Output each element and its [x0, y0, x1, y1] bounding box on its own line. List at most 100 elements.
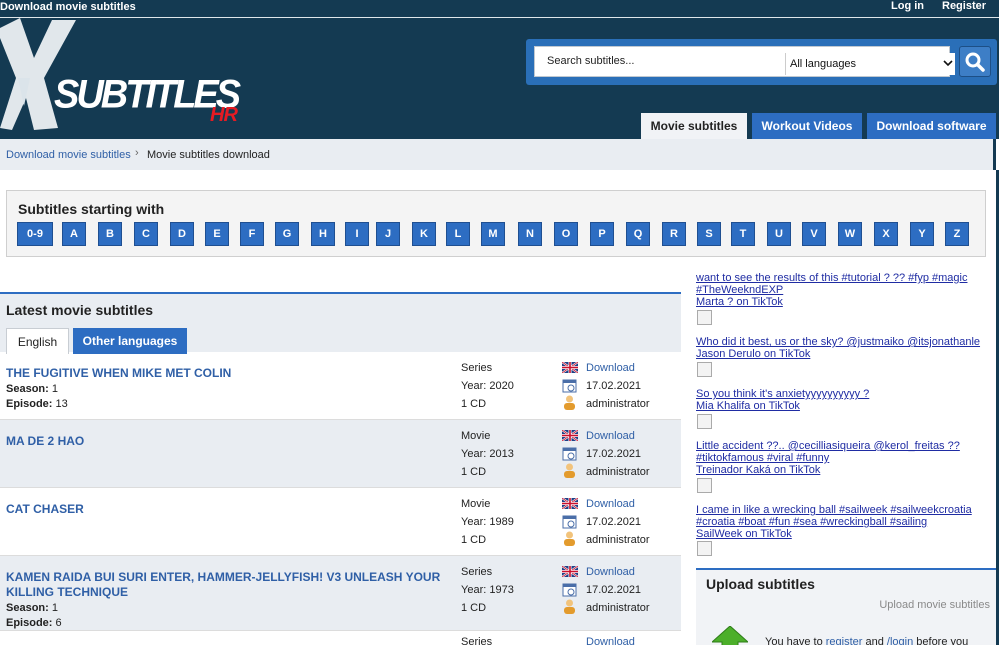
tiktok-caption: #croatia #boat #fun #sea #wreckingball #…: [696, 516, 928, 528]
tiktok-embed[interactable]: Little accident ??.. @cecilliasiqueira @…: [696, 440, 960, 476]
tab-other-languages[interactable]: Other languages: [73, 328, 187, 354]
breadcrumb-home-link[interactable]: Download movie subtitles: [6, 149, 131, 161]
letter-m[interactable]: M: [481, 222, 505, 246]
cd-value: 1 CD: [461, 466, 487, 478]
letter-o[interactable]: O: [554, 222, 578, 246]
letter-h[interactable]: H: [311, 222, 335, 246]
letter-l[interactable]: L: [446, 222, 470, 246]
tiktok-author: Treinador Kaká on TikTok: [696, 464, 821, 476]
user-icon: [564, 395, 575, 410]
user-value: administrator: [586, 602, 650, 614]
latest-subtitles: Latest movie subtitles English Other lan…: [0, 292, 681, 645]
site-title: Download movie subtitles: [0, 1, 136, 13]
letter-e[interactable]: E: [205, 222, 229, 246]
download-link[interactable]: Download: [586, 362, 635, 374]
episode-value: 13: [55, 398, 68, 410]
subtitle-title-link[interactable]: THE FUGITIVE WHEN MIKE MET COLIN: [6, 366, 446, 381]
letter-a[interactable]: A: [62, 222, 86, 246]
season-label: Season:: [6, 602, 49, 614]
episode-info: Episode: 13: [6, 398, 68, 410]
site-logo[interactable]: SUBTITLES HR: [0, 18, 260, 139]
letter-f[interactable]: F: [240, 222, 264, 246]
episode-label: Episode:: [6, 398, 53, 410]
letter-b[interactable]: B: [98, 222, 122, 246]
cd-value: 1 CD: [461, 602, 487, 614]
breadcrumb-current: Movie subtitles download: [147, 149, 270, 161]
register-link[interactable]: Register: [942, 0, 986, 12]
date-value: 17.02.2021: [586, 516, 642, 528]
upload-text-suffix: before you: [913, 636, 969, 645]
letter-t[interactable]: T: [731, 222, 755, 246]
letter-x[interactable]: X: [874, 222, 898, 246]
tab-english[interactable]: English: [6, 328, 69, 354]
subtitle-title-link[interactable]: KAMEN RAIDA BUI SURI ENTER, HAMMER-JELLY…: [6, 570, 446, 600]
subtitle-title-link[interactable]: CAT CHASER: [6, 502, 446, 517]
letter-j[interactable]: J: [376, 222, 400, 246]
tiktok-author: Jason Derulo on TikTok: [696, 348, 811, 360]
tiktok-caption: Little accident ??.. @cecilliasiqueira @…: [696, 440, 960, 452]
table-row: MA DE 2 HAO Movie Year: 2013 1 CD Downlo…: [0, 420, 681, 488]
search-input[interactable]: Search subtitles...: [547, 55, 634, 67]
season-info: Season: 1: [6, 602, 58, 614]
broken-image-icon: [697, 414, 712, 429]
cd-value: 1 CD: [461, 398, 487, 410]
tiktok-caption: I came in like a wrecking ball #sailweek…: [696, 504, 972, 516]
upload-subtitle: Upload movie subtitles: [879, 599, 990, 611]
letter-w[interactable]: W: [838, 222, 862, 246]
episode-value: 6: [55, 617, 62, 629]
letter-0-9[interactable]: 0-9: [17, 222, 53, 246]
letter-c[interactable]: C: [134, 222, 158, 246]
breadcrumb-separator-icon: ›: [135, 147, 139, 159]
tiktok-embed[interactable]: So you think it's anxietyyyyyyyyyy ? Mia…: [696, 388, 869, 412]
download-link[interactable]: Download: [586, 636, 635, 645]
tiktok-caption: Who did it best, us or the sky? @justmai…: [696, 336, 981, 348]
subtitle-title-link[interactable]: MA DE 2 HAO: [6, 434, 446, 449]
download-link[interactable]: Download: [586, 566, 635, 578]
download-link[interactable]: Download: [586, 498, 635, 510]
chevron-down-icon: [943, 58, 955, 70]
letter-y[interactable]: Y: [910, 222, 934, 246]
uk-flag-icon: [562, 362, 578, 373]
tiktok-embed[interactable]: Who did it best, us or the sky? @justmai…: [696, 336, 980, 360]
letter-g[interactable]: G: [275, 222, 299, 246]
type-value: Series: [461, 362, 493, 374]
login-link[interactable]: Log in: [891, 0, 924, 12]
tiktok-embed[interactable]: I came in like a wrecking ball #sailweek…: [696, 504, 972, 540]
type-value: Movie: [461, 498, 491, 510]
latest-header: Latest movie subtitles English Other lan…: [0, 292, 681, 354]
tiktok-caption: So you think it's anxietyyyyyyyyyy ?: [696, 388, 870, 400]
download-link[interactable]: Download: [586, 430, 635, 442]
tab-workout-videos[interactable]: Workout Videos: [752, 113, 862, 139]
letter-v[interactable]: V: [802, 222, 826, 246]
upload-text-and: and: [862, 636, 887, 645]
search-form: Search subtitles... All languages: [526, 39, 997, 85]
register-link[interactable]: register: [826, 636, 863, 645]
letter-u[interactable]: U: [767, 222, 791, 246]
tiktok-embed[interactable]: want to see the results of this #tutoria…: [696, 272, 967, 308]
letter-z[interactable]: Z: [945, 222, 969, 246]
top-bar: Download movie subtitles Log in Register: [0, 0, 999, 18]
login-link[interactable]: /login: [887, 636, 913, 645]
season-label: Season:: [6, 383, 49, 395]
year-value: Year: 1989: [461, 516, 514, 528]
letter-k[interactable]: K: [412, 222, 436, 246]
letter-q[interactable]: Q: [626, 222, 650, 246]
letter-d[interactable]: D: [170, 222, 194, 246]
letter-s[interactable]: S: [697, 222, 721, 246]
breadcrumb: Download movie subtitles › Movie subtitl…: [0, 139, 996, 170]
letter-i[interactable]: I: [345, 222, 369, 246]
search-button[interactable]: [959, 46, 991, 77]
letter-n[interactable]: N: [518, 222, 542, 246]
tab-download-software[interactable]: Download software: [867, 113, 996, 139]
episode-label: Episode:: [6, 617, 53, 629]
language-select[interactable]: All languages: [785, 53, 955, 75]
broken-image-icon: [697, 362, 712, 377]
tab-movie-subtitles[interactable]: Movie subtitles: [641, 113, 747, 139]
broken-image-icon: [697, 310, 712, 325]
season-info: Season: 1: [6, 383, 58, 395]
letter-r[interactable]: R: [662, 222, 686, 246]
season-value: 1: [51, 602, 58, 614]
letter-p[interactable]: P: [590, 222, 614, 246]
upload-panel: Upload subtitles Upload movie subtitles …: [696, 568, 996, 645]
user-value: administrator: [586, 466, 650, 478]
